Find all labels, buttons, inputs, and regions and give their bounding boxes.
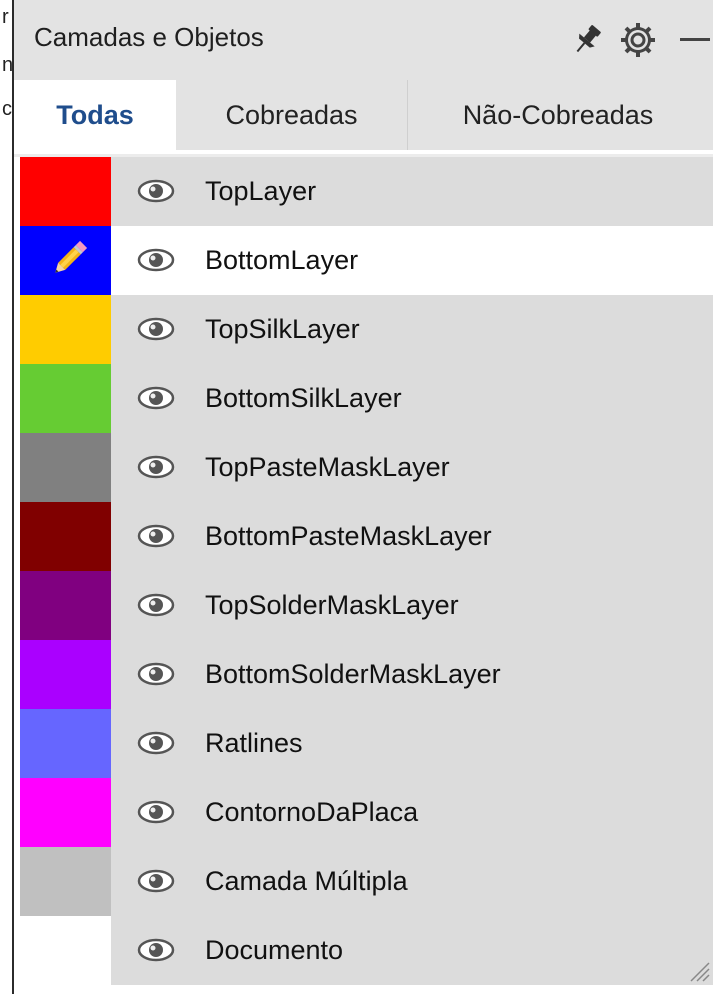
layer-name: TopSilkLayer [205,314,360,344]
eye-icon[interactable] [137,799,175,825]
layer-row-body[interactable]: Camada Múltipla [111,847,713,916]
layer-name: TopSolderMaskLayer [205,590,459,620]
layer-row-camada-multipla[interactable]: Camada Múltipla [14,847,713,916]
layer-tabs: Todas Cobreadas Não-Cobreadas [14,80,713,150]
layer-row-bottompastemasklayer[interactable]: BottomPasteMaskLayer [14,502,713,571]
layer-row-body[interactable]: BottomSolderMaskLayer [111,640,713,709]
layer-row-body[interactable]: ContornoDaPlaca [111,778,713,847]
gear-icon[interactable] [620,22,656,58]
eye-icon[interactable] [137,868,175,894]
tab-todas[interactable]: Todas [14,80,176,150]
layer-name: Camada Múltipla [205,866,408,896]
layer-row-topsilklayer[interactable]: TopSilkLayer [14,295,713,364]
layer-color-swatch[interactable] [20,778,111,847]
background-text-fragment: r [2,6,9,28]
layer-row-body[interactable]: BottomLayer [111,226,713,295]
layer-name: BottomPasteMaskLayer [205,521,492,551]
layer-row-body[interactable]: Documento [111,916,713,985]
layer-color-swatch[interactable] [20,502,111,571]
panel-title: Camadas e Objetos [34,22,264,52]
layer-row-documento[interactable]: Documento [14,916,713,985]
layer-row-body[interactable]: TopSilkLayer [111,295,713,364]
layer-row-body[interactable]: BottomSilkLayer [111,364,713,433]
layer-color-swatch[interactable] [20,433,111,502]
layer-row-bottomsilklayer[interactable]: BottomSilkLayer [14,364,713,433]
layer-row-toplayer[interactable]: TopLayer [14,157,713,226]
tab-nao-cobreadas[interactable]: Não-Cobreadas [408,80,708,150]
layer-color-swatch[interactable] [20,916,111,985]
layer-row-body[interactable]: TopSolderMaskLayer [111,571,713,640]
layers-panel: Camadas e Objetos Todas Cobreadas Não-Co… [14,0,713,994]
layer-list: TopLayer BottomLayer TopSilkLayer Bottom… [14,157,713,994]
layer-row-ratlines[interactable]: Ratlines [14,709,713,778]
background-text-fragment: nc [2,54,14,76]
background-window-edge: r nc c [0,0,14,994]
eye-icon[interactable] [137,592,175,618]
layer-name: ContornoDaPlaca [205,797,419,827]
minimize-icon[interactable] [674,22,713,58]
eye-icon[interactable] [137,454,175,480]
eye-icon[interactable] [137,316,175,342]
eye-icon[interactable] [137,178,175,204]
tab-divider [14,150,713,154]
layer-row-bottomlayer[interactable]: BottomLayer [14,226,713,295]
layer-row-body[interactable]: Ratlines [111,709,713,778]
layer-name: Ratlines [205,728,303,758]
layer-row-toppastemasklayer[interactable]: TopPasteMaskLayer [14,433,713,502]
panel-titlebar: Camadas e Objetos [14,0,713,80]
layer-name: BottomLayer [205,245,359,275]
layer-name: Documento [205,935,344,965]
layer-color-swatch[interactable] [20,847,111,916]
background-text-fragment: c [2,98,12,120]
pencil-icon [55,240,88,273]
eye-icon[interactable] [137,247,175,273]
layer-row-body[interactable]: BottomPasteMaskLayer [111,502,713,571]
layer-name: BottomSolderMaskLayer [205,659,501,689]
layer-row-contornodaplaca[interactable]: ContornoDaPlaca [14,778,713,847]
eye-icon[interactable] [137,523,175,549]
layer-name: BottomSilkLayer [205,383,402,413]
layer-row-bottomsoldermasklayer[interactable]: BottomSolderMaskLayer [14,640,713,709]
layer-name: TopLayer [205,176,317,206]
pin-icon[interactable] [570,22,604,58]
layer-row-body[interactable]: TopLayer [111,157,713,226]
layer-row-body[interactable]: TopPasteMaskLayer [111,433,713,502]
layer-color-swatch[interactable] [20,226,111,295]
layer-color-swatch[interactable] [20,157,111,226]
eye-icon[interactable] [137,937,175,963]
tab-cobreadas[interactable]: Cobreadas [176,80,408,150]
layer-color-swatch[interactable] [20,571,111,640]
eye-icon[interactable] [137,385,175,411]
layer-color-swatch[interactable] [20,709,111,778]
layer-color-swatch[interactable] [20,364,111,433]
resize-grip-icon[interactable] [685,957,711,983]
layer-row-topsoldermasklayer[interactable]: TopSolderMaskLayer [14,571,713,640]
eye-icon[interactable] [137,730,175,756]
layer-color-swatch[interactable] [20,640,111,709]
eye-icon[interactable] [137,661,175,687]
layer-color-swatch[interactable] [20,295,111,364]
layer-name: TopPasteMaskLayer [205,452,450,482]
